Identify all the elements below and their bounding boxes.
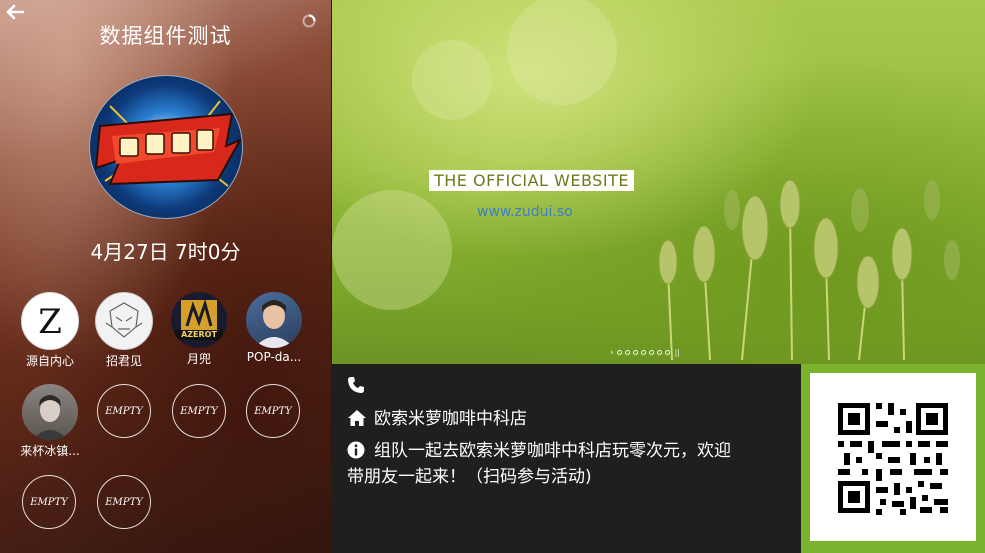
description-line-2: 带朋友一起来！（扫码参与活动) [347,467,592,487]
member-name: 月兜 [186,352,211,366]
banner-url-link[interactable]: www.zudui.so [477,204,573,220]
banner-heading: THE OFFICIAL WEBSITE [429,170,634,191]
member-item[interactable]: 招君见 [84,292,164,369]
group-logo-art [94,100,242,187]
empty-member-slot[interactable]: EMPTY [22,475,76,529]
azerot-badge: AZEROT [181,330,217,339]
empty-member-slot[interactable]: EMPTY [97,384,151,438]
z-letter-avatar: Z [21,292,79,350]
empty-member-slot[interactable]: EMPTY [246,384,300,438]
mecha-sketch-avatar [95,292,153,350]
pause-icon[interactable]: || [675,348,680,357]
member-name: POP-da... [246,350,302,364]
banner-slideshow[interactable]: THE OFFICIAL WEBSITE www.zudui.so › || [332,0,985,364]
photo-avatar [246,292,302,348]
member-name: 源自内心 [25,354,74,368]
slide-dot[interactable] [640,350,646,355]
phone-icon [348,377,364,393]
back-arrow-icon[interactable] [6,4,24,20]
prev-slide-icon[interactable]: › [610,348,614,357]
slide-dot[interactable] [624,350,630,355]
azerot-logo-avatar: AZEROT [171,292,227,348]
page-title: 数据组件测试 [99,24,232,48]
empty-member-slot[interactable]: EMPTY [97,475,151,529]
shop-name: 欧索米萝咖啡中科店 [374,409,527,429]
slide-indicators[interactable]: › || [610,348,680,357]
member-name: 来杯冰镇... [20,444,80,458]
member-item[interactable]: Z 源自内心 [10,292,90,369]
slide-dot[interactable] [648,350,654,355]
shop-info-panel: 欧索米萝咖啡中科店 组队一起去欧索米萝咖啡中科店玩零次元，欢迎 带朋友一起来！（… [332,364,801,553]
slide-dot[interactable] [656,350,662,355]
member-item[interactable]: 来杯冰镇... [10,384,90,459]
home-icon [348,410,366,426]
group-logo[interactable] [89,75,243,219]
qr-code [810,373,976,541]
datetime-label: 4月27日 7时0分 [90,240,241,264]
left-panel: 数据组件测试 4月27日 7时0分 Z 源自内心 招君见 AZEROT 月兜 P… [0,0,331,553]
slide-dot[interactable] [616,350,622,355]
member-name: 招君见 [105,354,142,368]
empty-member-slot[interactable]: EMPTY [172,384,226,438]
qr-code-image [838,403,948,515]
slide-dot[interactable] [632,350,638,355]
member-item[interactable]: POP-da... [234,292,314,364]
description-line-1: 组队一起去欧索米萝咖啡中科店玩零次元，欢迎 [374,441,731,461]
slide-dot[interactable] [664,350,670,355]
photo-avatar [22,384,78,440]
member-item[interactable]: AZEROT 月兜 [159,292,239,367]
svg-text:Z: Z [38,302,62,342]
info-icon [347,441,365,459]
qr-code-frame[interactable] [801,364,985,553]
